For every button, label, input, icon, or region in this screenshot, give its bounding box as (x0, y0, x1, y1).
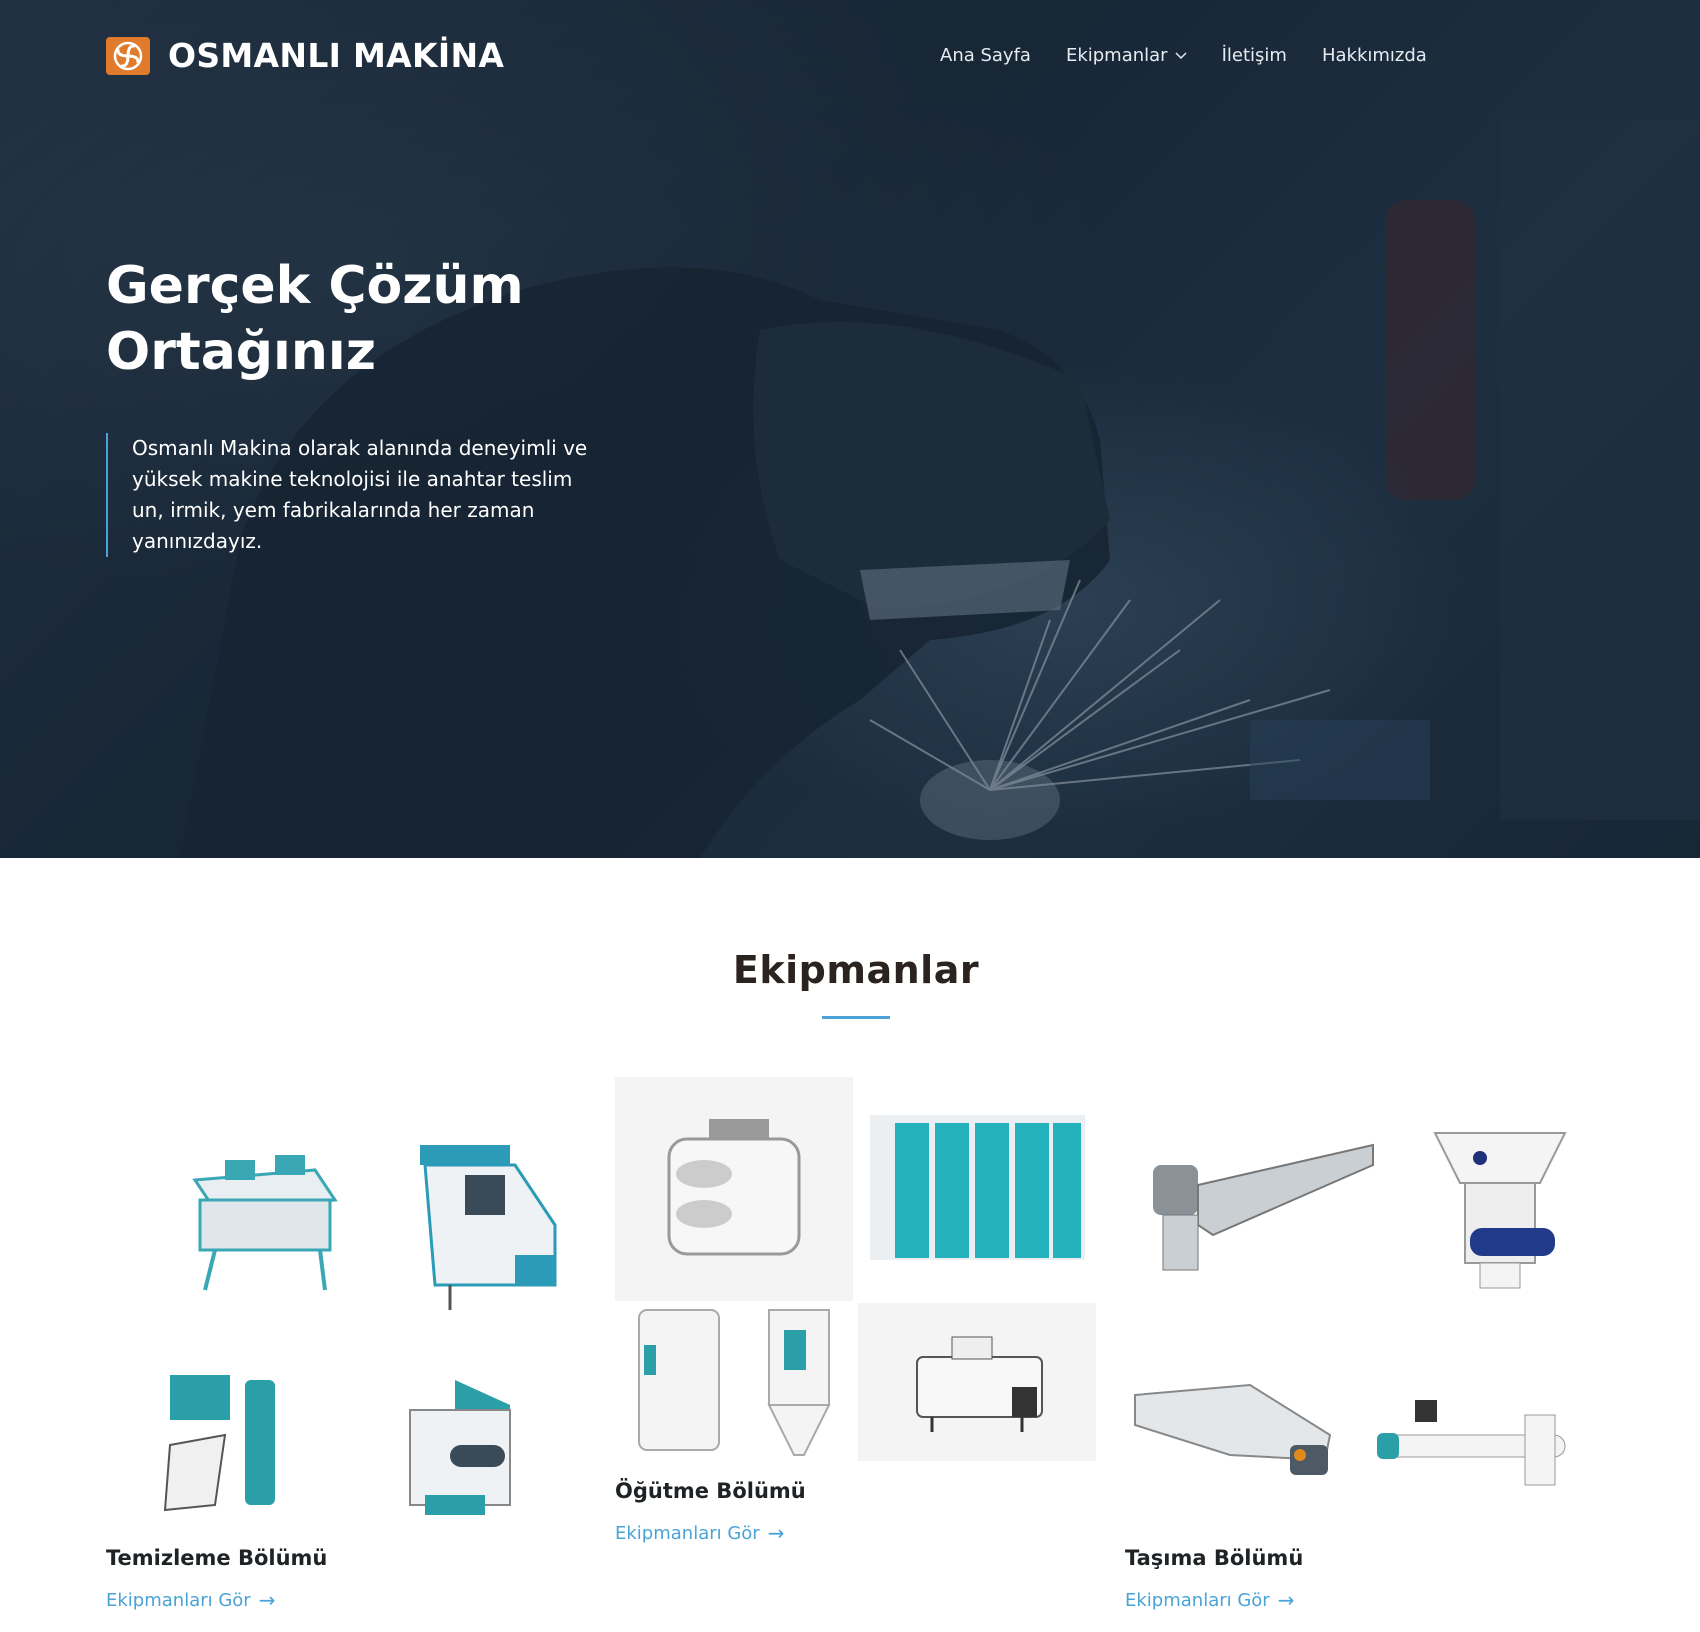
product-image-separator[interactable] (170, 1130, 350, 1310)
top-navbar: OSMANLI MAKİNA Ana Sayfa Ekipmanlar İlet… (0, 0, 1700, 115)
arrow-right-icon: → (1277, 1588, 1295, 1612)
hero-section: OSMANLI MAKİNA Ana Sayfa Ekipmanlar İlet… (0, 0, 1700, 858)
card-title-transport: Taşıma Bölümü (1125, 1546, 1304, 1570)
nav-item-about-label: Hakkımızda (1321, 45, 1427, 66)
card-link-milling[interactable]: Ekipmanları Gör → (615, 1521, 784, 1545)
card-title-cleaning: Temizleme Bölümü (106, 1546, 328, 1570)
card-link-cleaning-label: Ekipmanları Gör (106, 1589, 251, 1611)
product-image-plansifter[interactable] (860, 1100, 1095, 1270)
product-image-tube-screw-conveyor[interactable] (1375, 1390, 1575, 1500)
product-image-filters[interactable] (615, 1303, 853, 1461)
hero-title-line1: Gerçek Çözüm (106, 256, 524, 316)
hero-title-line2: Ortağınız (106, 322, 376, 382)
fan-logo-icon (106, 36, 150, 75)
hero-title: Gerçek Çözüm Ortağınız (106, 253, 666, 385)
card-title-milling: Öğütme Bölümü (615, 1479, 806, 1503)
product-image-aspirator[interactable] (155, 1360, 295, 1520)
chevron-down-icon (1175, 51, 1187, 59)
nav-item-home-label: Ana Sayfa (940, 45, 1031, 66)
product-image-purifier[interactable] (858, 1303, 1096, 1461)
brand-logo-link[interactable]: OSMANLI MAKİNA (106, 36, 504, 75)
arrow-right-icon: → (258, 1588, 276, 1612)
card-link-cleaning[interactable]: Ekipmanları Gör → (106, 1588, 275, 1612)
section-title-underline (822, 1016, 890, 1019)
nav-item-home[interactable]: Ana Sayfa (940, 45, 1031, 66)
card-link-transport-label: Ekipmanları Gör (1125, 1589, 1270, 1611)
section-title: Ekipmanlar (732, 948, 980, 992)
nav-item-equipment[interactable]: Ekipmanlar (1066, 45, 1187, 66)
brand-name: OSMANLI MAKİNA (168, 36, 505, 75)
product-image-destoner[interactable] (400, 1120, 580, 1320)
nav-item-contact[interactable]: İletişim (1222, 45, 1287, 66)
nav-item-about[interactable]: Hakkımızda (1322, 45, 1427, 66)
hero-description: Osmanlı Makina olarak alanında deneyimli… (106, 433, 596, 557)
arrow-right-icon: → (767, 1521, 785, 1545)
nav-item-contact-label: İletişim (1221, 45, 1287, 66)
product-image-chain-conveyor[interactable] (1140, 1130, 1380, 1280)
main-menu: Ana Sayfa Ekipmanlar İletişim Hakkımızda (940, 45, 1462, 66)
nav-item-equipment-label: Ekipmanlar (1065, 45, 1168, 66)
hero-overlay (0, 0, 1700, 858)
product-image-rotary-valve[interactable] (1420, 1125, 1580, 1295)
card-link-milling-label: Ekipmanları Gör (615, 1522, 760, 1544)
product-image-screw-conveyor[interactable] (1125, 1370, 1345, 1500)
product-image-roller-mill[interactable] (615, 1077, 853, 1301)
product-image-dampener[interactable] (390, 1370, 530, 1530)
card-link-transport[interactable]: Ekipmanları Gör → (1125, 1588, 1294, 1612)
